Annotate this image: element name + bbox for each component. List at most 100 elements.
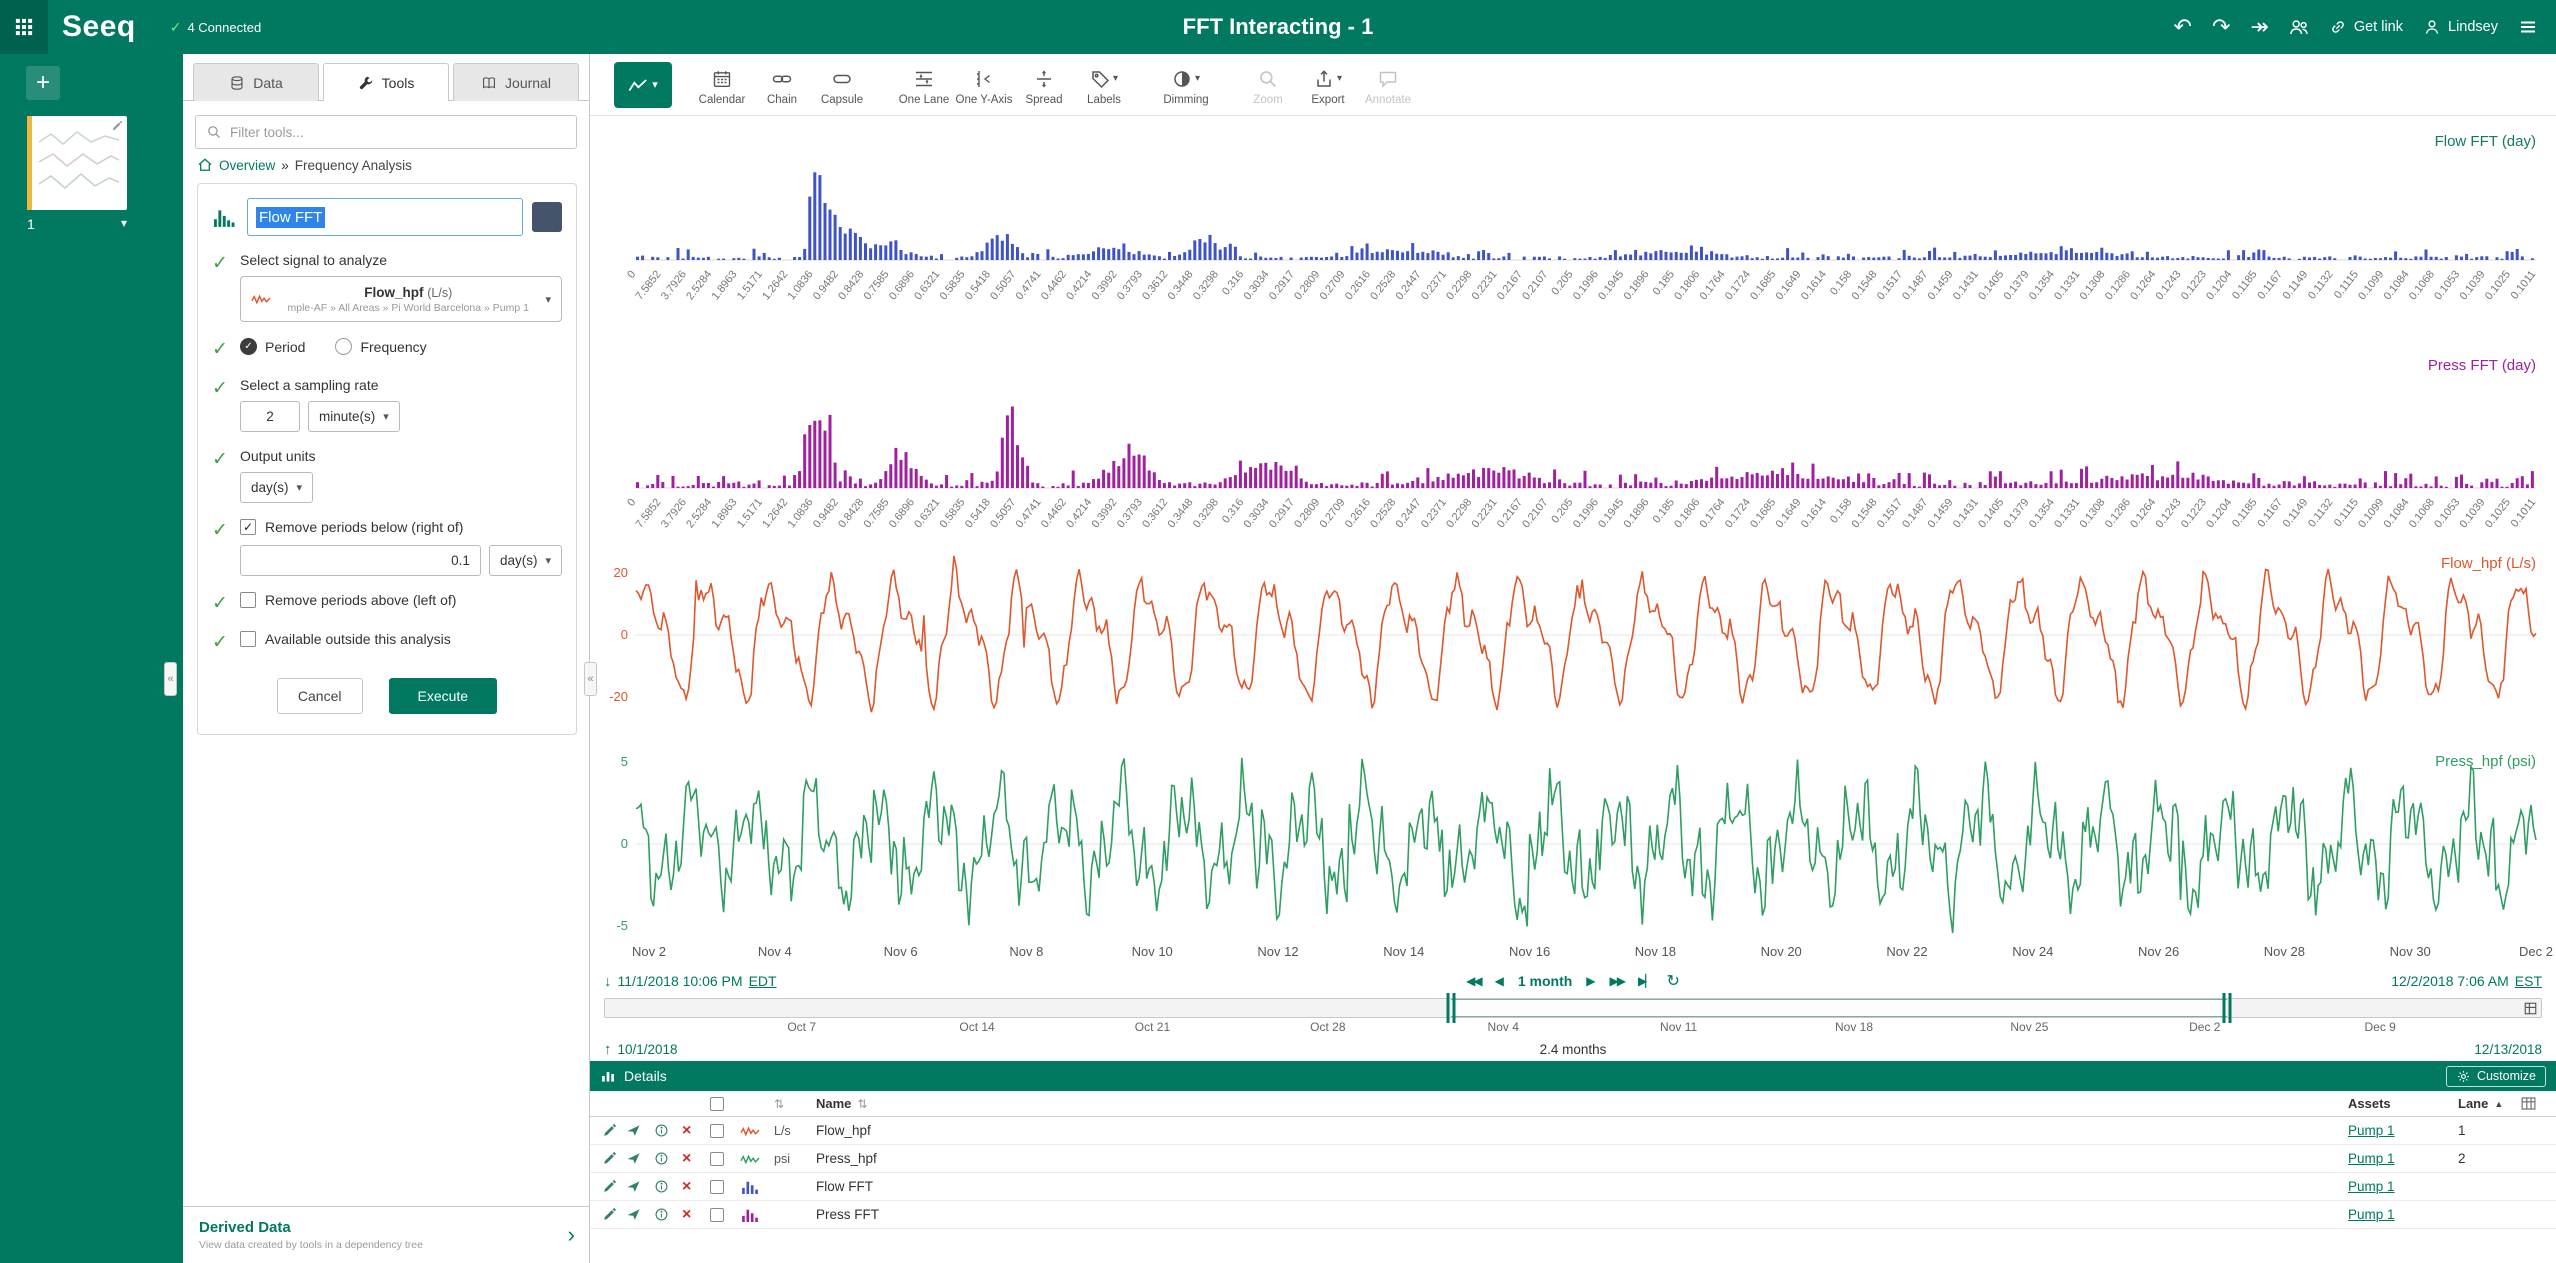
refresh-icon[interactable]: ↻ [1666,971,1679,991]
toolbar-calendar-button[interactable]: Calendar [692,64,752,106]
remove-item-button[interactable]: × [682,1207,691,1223]
worksheet-thumbnail[interactable] [27,116,127,210]
step-to-end-button[interactable]: ▶▏ [1638,974,1652,988]
column-lane[interactable]: Lane [2458,1096,2488,1111]
users-icon[interactable] [2289,17,2309,37]
send-item-button[interactable] [626,1207,641,1222]
tab-tools[interactable]: Tools [323,63,449,101]
range-right-handle[interactable] [2223,993,2232,1023]
svg-text:1.2642: 1.2642 [760,496,790,530]
toolbar-labels-button[interactable]: ▾Labels [1074,64,1134,106]
asset-link[interactable]: Pump 1 [2348,1151,2395,1166]
select-all-checkbox[interactable] [710,1097,724,1111]
start-timezone-link[interactable]: EDT [749,973,777,989]
tab-data[interactable]: Data [193,63,319,101]
step-forward-button[interactable]: ▶ [1586,974,1595,988]
send-item-button[interactable] [626,1123,641,1138]
redo-button[interactable]: ↷ [2212,16,2230,38]
get-link-button[interactable]: Get link [2329,18,2403,36]
edit-item-button[interactable] [602,1179,617,1194]
item-info-button[interactable] [654,1207,669,1222]
edit-worksheet-icon[interactable] [111,120,123,132]
item-info-button[interactable] [654,1179,669,1194]
sort-icon[interactable]: ⇅ [857,1097,867,1111]
toolbar-capsule-button[interactable]: Capsule [812,64,872,106]
row-checkbox[interactable] [710,1208,724,1222]
execute-button[interactable]: Execute [389,678,498,714]
edit-item-button[interactable] [602,1123,617,1138]
trend-chart[interactable]: Flow FFT (day)Press FFT (day)Flow_hpf (L… [590,116,2556,964]
frequency-radio[interactable]: Frequency [335,338,426,355]
remove-above-checkbox[interactable] [240,592,256,608]
end-timezone-link[interactable]: EST [2515,973,2542,989]
overview-selected-range[interactable] [1451,999,2227,1017]
collapse-rail-handle[interactable]: « [164,662,177,696]
remove-item-button[interactable]: × [682,1179,691,1195]
cancel-button[interactable]: Cancel [277,678,363,714]
toolbar-item-label: Capsule [821,94,863,106]
table-config-icon[interactable] [2520,1095,2537,1112]
toolbar-one-lane-button[interactable]: One Lane [894,64,954,106]
overview-track[interactable] [604,998,2542,1018]
edit-item-button[interactable] [602,1207,617,1222]
step-back-full-button[interactable]: ◀◀ [1466,974,1480,988]
worksheet-chevron-icon[interactable]: ▾ [121,216,127,232]
customize-button[interactable]: Customize [2446,1066,2546,1087]
send-item-button[interactable] [626,1179,641,1194]
toolbar-chain-button[interactable]: Chain [752,64,812,106]
range-grid-icon[interactable] [2523,1001,2538,1016]
home-icon[interactable] [197,157,213,173]
toolbar-dimming-button[interactable]: ▾Dimming [1156,64,1216,106]
collapse-panel-handle[interactable]: « [584,662,597,696]
undo-button[interactable]: ↶ [2174,16,2192,38]
remove-below-checkbox[interactable] [240,519,256,535]
user-menu[interactable]: Lindsey [2423,18,2498,36]
hamburger-menu-icon[interactable] [2518,17,2538,37]
send-item-button[interactable] [626,1151,641,1166]
sort-icon[interactable]: ⇅ [774,1097,784,1111]
signal-select[interactable]: Flow_hpf (L/s) mple-AF » All Areas » Pi … [240,276,562,322]
sampling-rate-input[interactable]: 2 [240,401,300,432]
breadcrumb-overview-link[interactable]: Overview [219,158,275,173]
range-left-handle[interactable] [1447,993,1456,1023]
row-checkbox[interactable] [710,1152,724,1166]
svg-text:0.2809: 0.2809 [1292,496,1322,530]
worksheet-rail: + 1 ▾ [0,54,183,1263]
step-forward-full-button[interactable]: ▶▶ [1610,974,1624,988]
item-info-button[interactable] [654,1123,669,1138]
trend-view-button[interactable]: ▾ [614,62,672,108]
app-switcher-button[interactable] [0,0,48,54]
derived-data-footer[interactable]: Derived Data View data created by tools … [183,1206,589,1263]
output-units-select[interactable]: day(s) ▾ [240,472,313,503]
period-radio[interactable]: Period [240,338,305,355]
edit-item-button[interactable] [602,1151,617,1166]
svg-text:Dec 2: Dec 2 [2519,944,2553,959]
present-button[interactable]: ↠ [2250,16,2268,38]
asset-link[interactable]: Pump 1 [2348,1179,2395,1194]
column-name[interactable]: Name [816,1096,851,1111]
sampling-unit-select[interactable]: minute(s) ▾ [308,401,400,432]
add-worksheet-button[interactable]: + [26,66,60,100]
remove-below-input[interactable]: 0.1 [240,545,481,576]
filter-tools-input[interactable] [230,125,566,140]
remove-item-button[interactable]: × [682,1151,691,1167]
item-info-button[interactable] [654,1151,669,1166]
toolbar-one-y-axis-button[interactable]: One Y-Axis [954,64,1014,106]
available-outside-checkbox[interactable] [240,631,256,647]
range-duration-button[interactable]: 1 month [1518,973,1572,989]
remove-item-button[interactable]: × [682,1123,691,1139]
toolbar-spread-button[interactable]: Spread [1014,64,1074,106]
color-swatch-button[interactable] [532,202,562,232]
step-back-button[interactable]: ◀ [1495,974,1504,988]
row-checkbox[interactable] [710,1124,724,1138]
tab-journal[interactable]: Journal [453,63,579,101]
asset-link[interactable]: Pump 1 [2348,1123,2395,1138]
svg-text:0.2231: 0.2231 [1469,496,1499,530]
remove-below-unit-select[interactable]: day(s) ▾ [489,545,562,576]
result-name-input[interactable]: Flow FFT [247,198,523,236]
row-checkbox[interactable] [710,1180,724,1194]
column-assets[interactable]: Assets [2348,1096,2391,1111]
seeq-logo[interactable]: Seeq [62,10,136,44]
asset-link[interactable]: Pump 1 [2348,1207,2395,1222]
toolbar-export-button[interactable]: ▾Export [1298,64,1358,106]
